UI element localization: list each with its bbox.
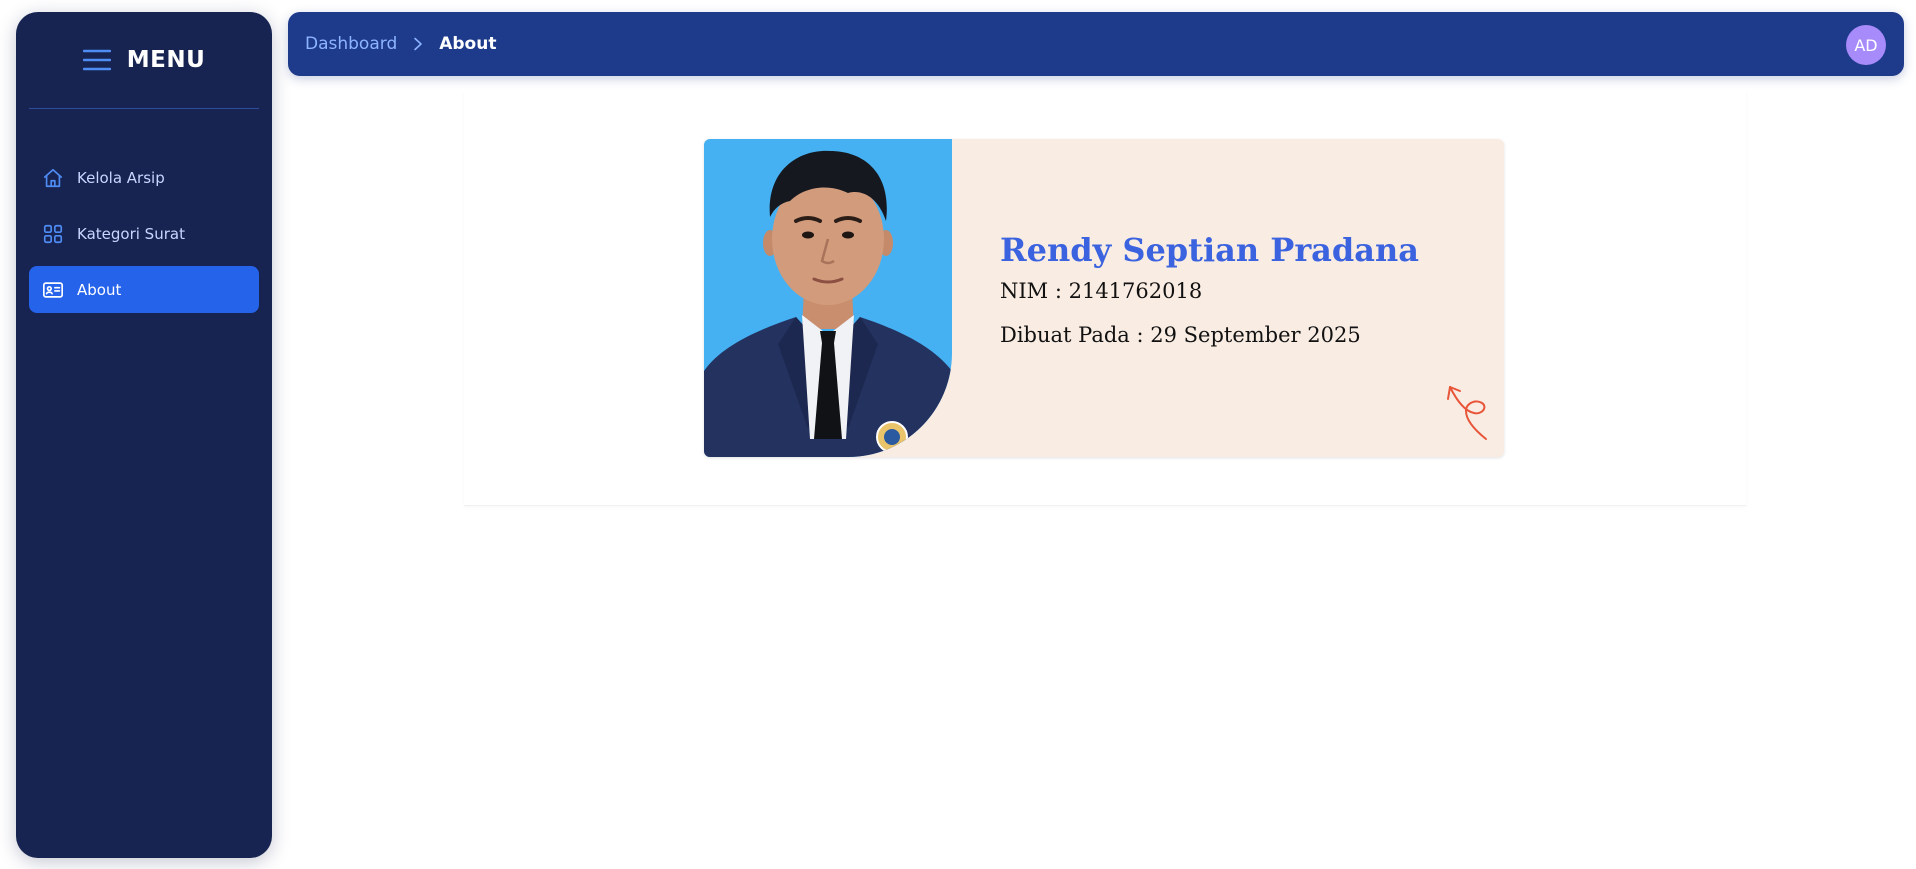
profile-name: Rendy Septian Pradana [1000, 231, 1420, 269]
profile-card: Rendy Septian Pradana NIM : 2141762018 D… [704, 139, 1504, 457]
top-bar: Dashboard About AD [288, 12, 1904, 76]
avatar[interactable]: AD [1846, 25, 1886, 65]
sidebar: MENU Kelola Arsip Kategori Surat About [16, 12, 272, 858]
sidebar-item-label: Kelola Arsip [77, 168, 165, 187]
home-icon [41, 166, 65, 190]
chevron-right-icon [411, 37, 425, 51]
profile-photo [704, 139, 952, 457]
sidebar-item-kelola-arsip[interactable]: Kelola Arsip [29, 154, 259, 201]
sidebar-item-about[interactable]: About [29, 266, 259, 313]
sidebar-item-label: Kategori Surat [77, 224, 185, 243]
breadcrumb-dashboard-link[interactable]: Dashboard [305, 34, 397, 54]
breadcrumb-current: About [439, 34, 497, 54]
hamburger-icon[interactable] [82, 46, 111, 74]
menu-header: MENU [16, 12, 272, 108]
grid-icon [41, 222, 65, 246]
id-card-icon [41, 278, 65, 302]
sidebar-item-kategori-surat[interactable]: Kategori Surat [29, 210, 259, 257]
profile-nim: NIM : 2141762018 [1000, 279, 1203, 303]
profile-info: Rendy Septian Pradana NIM : 2141762018 D… [1000, 230, 1419, 348]
profile-created-date: Dibuat Pada : 29 September 2025 [1000, 323, 1361, 347]
arrow-doodle-icon [1436, 373, 1492, 443]
sidebar-item-label: About [77, 280, 122, 299]
menu-title: MENU [126, 47, 206, 73]
menu-divider [29, 108, 259, 109]
